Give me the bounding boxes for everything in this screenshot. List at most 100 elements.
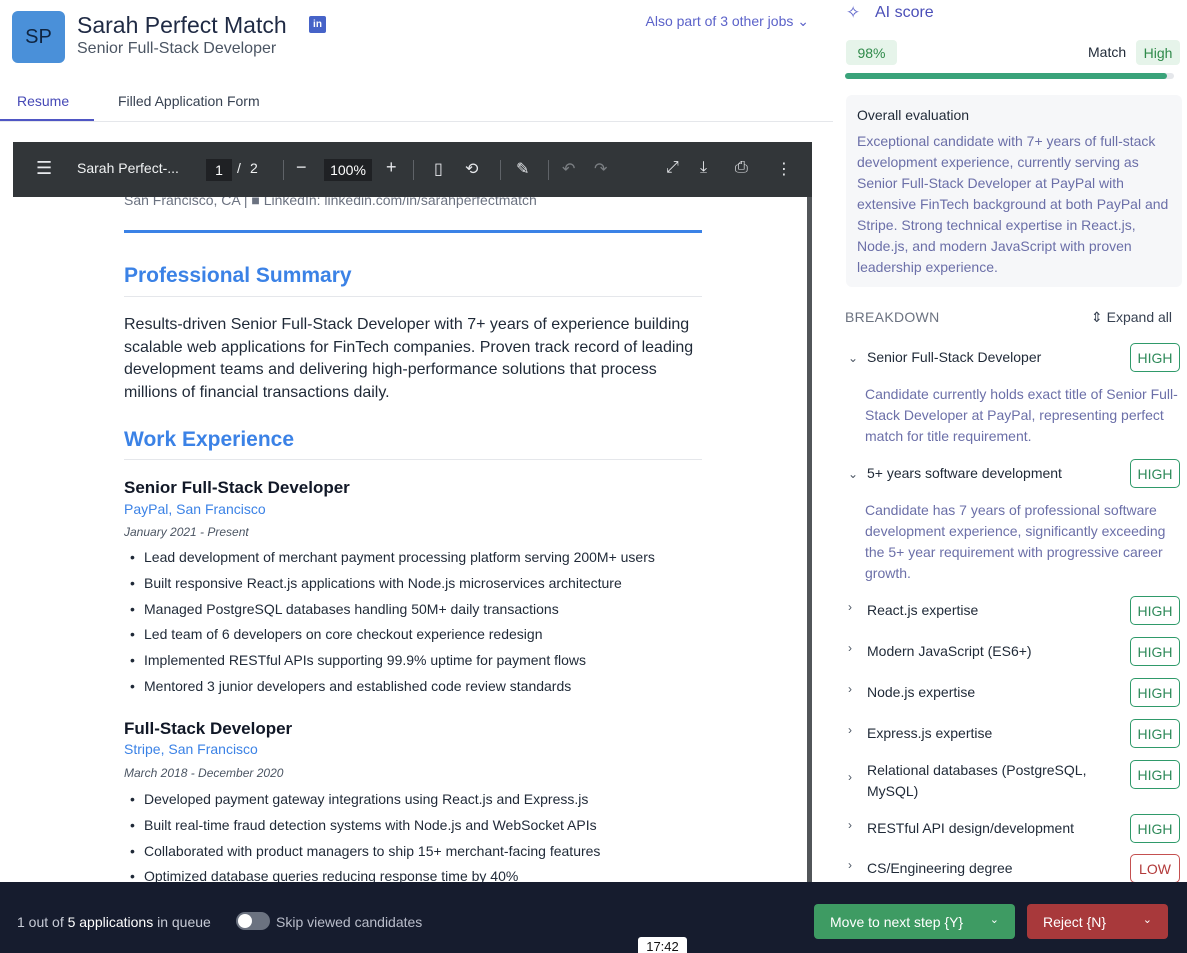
evaluation-text: Exceptional candidate with 7+ years of f…: [857, 133, 1169, 275]
skip-viewed-label: Skip viewed candidates: [276, 914, 423, 930]
reject-label: Reject {N}: [1043, 913, 1107, 930]
app-root: SP Sarah Perfect Match in Senior Full-St…: [0, 0, 1187, 953]
ai-score-panel: ✧ AI score 98% Match High Overall evalua…: [833, 0, 1187, 883]
job-bullets: Lead development of merchant payment pro…: [130, 549, 655, 704]
queue-count: 5 applications: [67, 914, 154, 930]
also-part-prefix: Also part of: [645, 13, 721, 29]
evaluation-title: Overall evaluation: [857, 107, 970, 123]
expand-collapse-icon: ⇕: [1091, 309, 1103, 325]
chevron-right-icon[interactable]: ›: [848, 818, 852, 832]
criterion-level-badge: HIGH: [1130, 343, 1180, 372]
overall-evaluation-card: Overall evaluation Exceptional candidate…: [846, 95, 1182, 287]
queue-status: 1 out of 5 applications in queue: [17, 914, 211, 930]
job-bullet: Built responsive React.js applications w…: [130, 575, 655, 601]
chevron-right-icon[interactable]: ›: [848, 770, 852, 784]
toggle-knob: [238, 914, 252, 928]
menu-icon[interactable]: ☰: [36, 158, 52, 179]
job-bullet: Developed payment gateway integrations u…: [130, 791, 600, 817]
criterion-name: Express.js expertise: [867, 725, 993, 741]
criterion-description: Candidate currently holds exact title of…: [865, 386, 1178, 444]
chevron-right-icon[interactable]: ›: [848, 723, 852, 737]
reject-button[interactable]: Reject {N} ⌄: [1027, 904, 1168, 939]
job-dates: January 2021 - Present: [124, 525, 249, 539]
job-company: Stripe, San Francisco: [124, 741, 258, 757]
tab-resume[interactable]: Resume: [17, 93, 69, 109]
job-bullet: Lead development of merchant payment pro…: [130, 549, 655, 575]
criterion-description: Candidate has 7 years of professional so…: [865, 502, 1166, 581]
undo-icon[interactable]: ↶: [562, 159, 575, 179]
criterion-level-badge: HIGH: [1130, 760, 1180, 789]
job-bullet: Managed PostgreSQL databases handling 50…: [130, 601, 655, 627]
toolbar-divider: [548, 160, 549, 180]
page-total: 2: [250, 160, 258, 176]
score-badge: 98%: [846, 40, 897, 65]
criterion-name: Node.js expertise: [867, 684, 976, 700]
job-bullet: Led team of 6 developers on core checkou…: [130, 626, 655, 652]
other-jobs-count[interactable]: 3 other jobs: [720, 13, 793, 29]
summary-heading: Professional Summary: [124, 264, 352, 287]
chevron-down-icon[interactable]: ⌄: [1143, 913, 1152, 926]
resume-contact-line: San Francisco, CA | ■ LinkedIn: linkedin…: [124, 197, 537, 208]
score-progress-bar: [845, 73, 1174, 79]
fullscreen-icon[interactable]: ⤢: [666, 159, 679, 177]
redo-icon[interactable]: ↷: [594, 159, 607, 179]
print-icon[interactable]: ⎙: [735, 159, 748, 177]
expand-all-button[interactable]: ⇕ Expand all: [1091, 309, 1172, 326]
candidate-name: Sarah Perfect Match: [77, 12, 287, 38]
chevron-right-icon[interactable]: ›: [848, 858, 852, 872]
job-title: Senior Full-Stack Developer: [124, 478, 350, 497]
tab-filled-application-form[interactable]: Filled Application Form: [118, 93, 260, 109]
summary-text: Results-driven Senior Full-Stack Develop…: [124, 316, 694, 401]
criterion-name: CS/Engineering degree: [867, 860, 1013, 876]
tab-bar: Resume Filled Application Form: [0, 86, 833, 122]
breakdown-heading: BREAKDOWN: [845, 309, 940, 325]
chevron-down-icon[interactable]: ⌄: [848, 467, 858, 481]
zoom-level-input[interactable]: 100%: [324, 159, 372, 181]
criterion-level-badge: HIGH: [1130, 596, 1180, 625]
criterion-name: Modern JavaScript (ES6+): [867, 643, 1032, 659]
match-level-badge: High: [1136, 40, 1180, 65]
job-bullet: Collaborated with product managers to sh…: [130, 843, 600, 869]
job-bullet: Mentored 3 junior developers and establi…: [130, 678, 655, 704]
also-part-of-jobs-link[interactable]: Also part of 3 other jobs ⌄: [646, 13, 810, 30]
linkedin-icon[interactable]: in: [309, 16, 326, 33]
job-company: PayPal, San Francisco: [124, 501, 266, 517]
section-rule: [124, 296, 702, 297]
more-icon[interactable]: ⋮: [776, 159, 792, 179]
toolbar-divider: [413, 160, 414, 180]
pdf-toolbar: ☰ Sarah Perfect-... 1 / 2 − 100% + ▯ ⟲ ✎…: [13, 142, 812, 197]
chevron-down-icon[interactable]: ⌄: [848, 351, 858, 365]
page-separator: /: [237, 160, 241, 176]
criterion-level-badge: HIGH: [1130, 814, 1180, 843]
section-rule: [124, 459, 702, 460]
toolbar-divider: [283, 160, 284, 180]
active-tab-indicator: [0, 119, 94, 121]
toolbar-divider: [500, 160, 501, 180]
job-bullets: Developed payment gateway integrations u…: [130, 791, 600, 882]
skip-viewed-toggle[interactable]: [236, 912, 270, 930]
chevron-right-icon[interactable]: ›: [848, 682, 852, 696]
zoom-in-icon[interactable]: +: [386, 157, 397, 178]
criterion-level-badge: LOW: [1130, 854, 1180, 883]
download-icon[interactable]: ⤓: [700, 159, 707, 177]
job-title: Full-Stack Developer: [124, 719, 293, 738]
criterion-level-badge: HIGH: [1130, 459, 1180, 488]
annotate-icon[interactable]: ✎: [516, 159, 529, 179]
fit-page-icon[interactable]: ▯: [434, 159, 443, 179]
match-label: Match: [1088, 44, 1127, 60]
criterion-name: 5+ years software development: [867, 465, 1062, 481]
move-to-next-step-button[interactable]: Move to next step {Y} ⌄: [814, 904, 1015, 939]
queue-action-bar: 1 out of 5 applications in queue Skip vi…: [0, 882, 1187, 953]
rotate-icon[interactable]: ⟲: [465, 159, 478, 179]
header-rule: [124, 230, 702, 233]
timestamp-badge: 17:42: [638, 937, 687, 953]
page-number-input[interactable]: 1: [206, 159, 232, 181]
avatar: SP: [12, 11, 65, 63]
zoom-out-icon[interactable]: −: [296, 157, 307, 178]
pdf-viewer: ☰ Sarah Perfect-... 1 / 2 − 100% + ▯ ⟲ ✎…: [13, 142, 812, 882]
chevron-right-icon[interactable]: ›: [848, 600, 852, 614]
chevron-right-icon[interactable]: ›: [848, 641, 852, 655]
chevron-down-icon: ⌄: [797, 13, 809, 29]
work-experience-heading: Work Experience: [124, 428, 295, 451]
chevron-down-icon[interactable]: ⌄: [990, 913, 999, 926]
